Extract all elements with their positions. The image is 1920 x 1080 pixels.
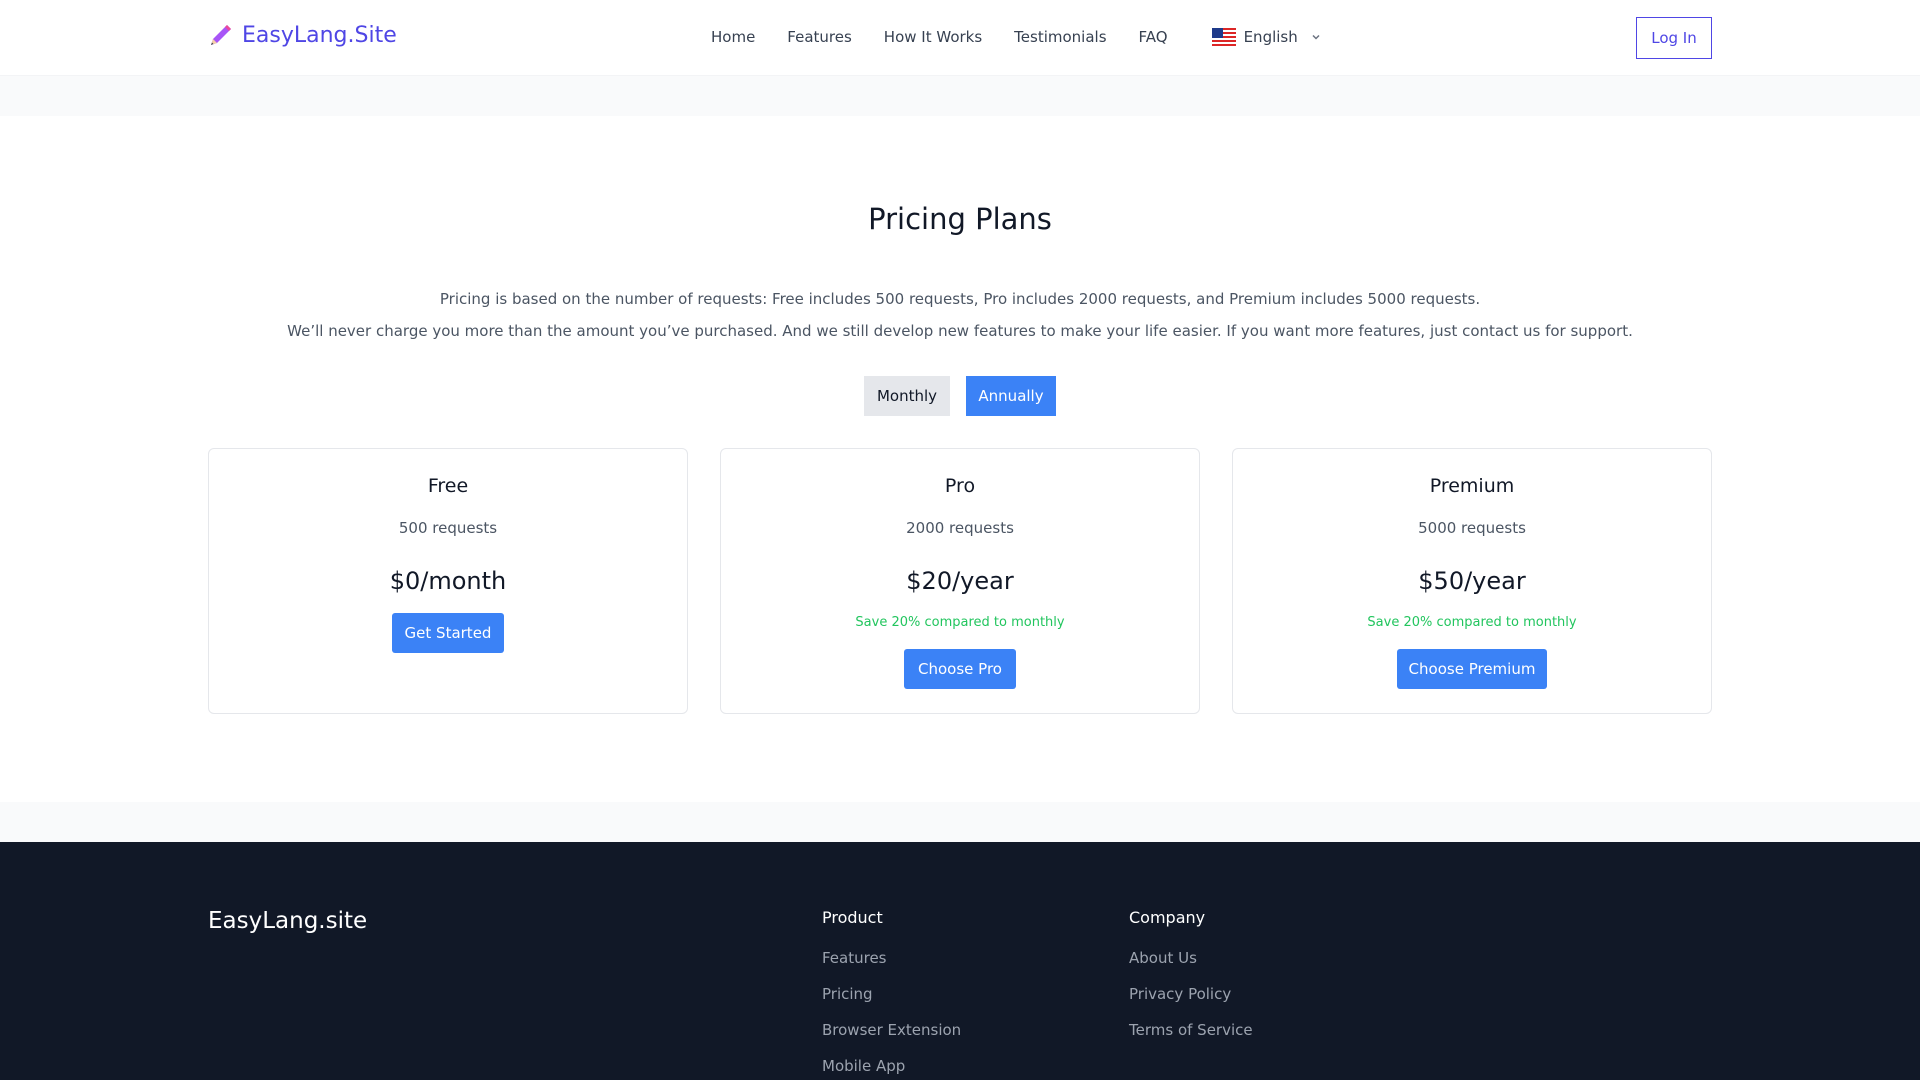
site-header: EasyLang.Site Home Features How It Works… [0, 0, 1920, 76]
site-footer: EasyLang.site Product Features Pricing B… [0, 842, 1920, 1080]
plan-name: Premium [1429, 475, 1515, 497]
nav-testimonials[interactable]: Testimonials [1014, 28, 1106, 46]
nav-features[interactable]: Features [787, 28, 852, 46]
billing-annually-toggle[interactable]: Annually [966, 376, 1056, 416]
plan-card-premium: Premium 5000 requests $50/year Save 20% … [1232, 448, 1712, 714]
choose-premium-button[interactable]: Choose Premium [1397, 649, 1547, 689]
pencil-icon [211, 25, 231, 45]
choose-pro-button[interactable]: Choose Pro [904, 649, 1016, 689]
plan-price: $50/year [1418, 567, 1526, 595]
footer-company-heading: Company [1129, 908, 1206, 927]
pricing-description-1: Pricing is based on the number of reques… [439, 290, 1481, 308]
plan-card-free: Free 500 requests $0/month Get Started [208, 448, 688, 714]
plan-name: Pro [944, 475, 976, 497]
plan-requests: 5000 requests [1418, 519, 1526, 537]
nav-home[interactable]: Home [711, 28, 755, 46]
chevron-down-icon [1312, 34, 1320, 40]
language-label: English [1243, 28, 1298, 46]
footer-company-column: Company About Us Privacy Policy Terms of… [1129, 908, 1253, 1057]
nav-how-it-works[interactable]: How It Works [884, 28, 982, 46]
plan-savings: Save 20% compared to monthly [1367, 615, 1577, 630]
us-flag-icon [1211, 28, 1236, 46]
footer-product-column: Product Features Pricing Browser Extensi… [822, 908, 961, 1080]
pricing-description-2: We’ll never charge you more than the amo… [287, 322, 1633, 340]
billing-monthly-toggle[interactable]: Monthly [864, 376, 950, 416]
plan-requests: 500 requests [398, 519, 498, 537]
footer-link-mobile-app[interactable]: Mobile App [822, 1057, 961, 1080]
logo-text: EasyLang.Site [242, 22, 397, 48]
footer-brand: EasyLang.site [208, 908, 368, 934]
footer-link-pricing[interactable]: Pricing [822, 985, 961, 1021]
get-started-button[interactable]: Get Started [392, 613, 504, 653]
plan-price: $20/year [906, 567, 1014, 595]
pricing-title: Pricing Plans [868, 202, 1052, 236]
footer-link-privacy-policy[interactable]: Privacy Policy [1129, 985, 1253, 1021]
hero-band [0, 76, 1920, 116]
login-button[interactable]: Log In [1636, 17, 1712, 59]
footer-product-heading: Product [822, 908, 883, 927]
footer-link-browser-extension[interactable]: Browser Extension [822, 1021, 961, 1057]
nav-faq[interactable]: FAQ [1139, 28, 1168, 46]
plan-requests: 2000 requests [906, 519, 1014, 537]
plan-price: $0/month [389, 567, 507, 595]
logo[interactable]: EasyLang.Site [208, 22, 397, 48]
pre-footer-band [0, 802, 1920, 842]
language-selector[interactable]: English [1211, 28, 1322, 46]
plan-savings: Save 20% compared to monthly [855, 615, 1065, 630]
footer-link-terms-of-service[interactable]: Terms of Service [1129, 1021, 1253, 1057]
footer-link-about-us[interactable]: About Us [1129, 949, 1253, 985]
footer-link-features[interactable]: Features [822, 949, 961, 985]
plan-card-pro: Pro 2000 requests $20/year Save 20% comp… [720, 448, 1200, 714]
main-nav: Home Features How It Works Testimonials … [711, 28, 1322, 46]
plan-name: Free [427, 475, 469, 497]
